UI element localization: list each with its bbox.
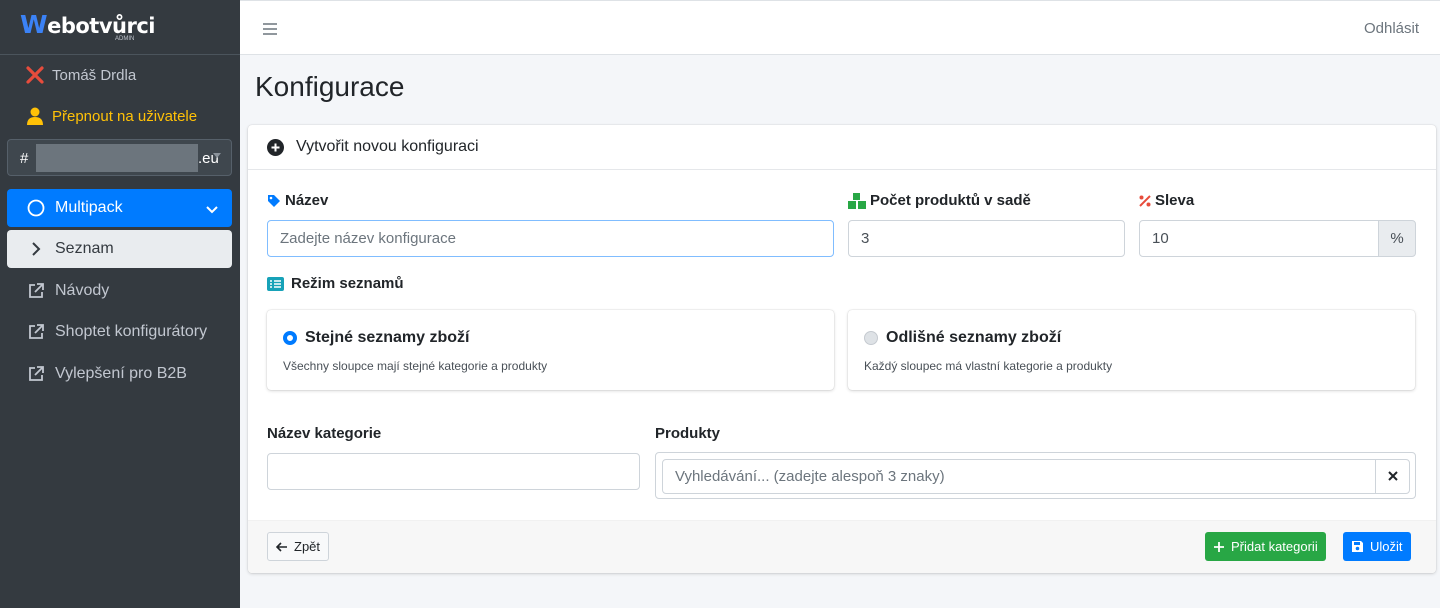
external-link-icon	[24, 282, 48, 300]
list-icon	[267, 276, 284, 291]
page-title: Konfigurace	[255, 71, 405, 102]
plus-icon	[1213, 541, 1225, 553]
tag-icon	[267, 194, 281, 208]
percent-icon	[1139, 194, 1151, 207]
mode-option-title: Stejné seznamy zboží	[305, 329, 470, 346]
switch-user-link[interactable]: Přepnout na uživatele	[24, 104, 197, 128]
logo[interactable]: Webotvůrci	[20, 10, 155, 39]
percent-addon: %	[1378, 220, 1416, 257]
radio-selected[interactable]	[283, 331, 297, 345]
products-label: Produkty	[655, 425, 721, 442]
discount-label: Sleva	[1139, 192, 1194, 209]
mode-option-desc: Každý sloupec má vlastní kategorie a pro…	[864, 359, 1113, 373]
logo-subtitle: ADMIN	[115, 36, 135, 42]
sidebar-item-label: Seznam	[55, 240, 114, 257]
count-input[interactable]: 3	[848, 220, 1125, 257]
count-label: Počet produktů v sadě	[848, 192, 1031, 209]
category-name-label: Název kategorie	[267, 425, 382, 442]
external-link-icon	[24, 323, 48, 341]
sidebar-item-label: Multipack	[55, 199, 123, 216]
menu-icon[interactable]	[263, 22, 277, 40]
switch-user-label: Přepnout na uživatele	[52, 107, 198, 125]
save-button[interactable]: Uložit	[1343, 532, 1411, 561]
mode-option-title: Odlišné seznamy zboží	[886, 329, 1062, 346]
account-prefix: #	[20, 150, 29, 167]
external-link-icon	[24, 365, 48, 383]
sidebar-item-label: Návody	[55, 282, 110, 299]
sidebar-item-navody[interactable]: Návody	[7, 272, 232, 310]
products-search-input[interactable]: Vyhledávání... (zadejte alespoň 3 znaky)	[662, 459, 1376, 494]
user-icon	[24, 107, 46, 125]
arrow-left-icon	[276, 541, 288, 552]
circle-icon	[24, 199, 48, 217]
card-footer: Zpět Přidat kategorii Uložit	[248, 520, 1436, 573]
sidebar: Webotvůrci ADMIN Tomáš Drdla Přepnout na…	[0, 0, 240, 608]
chevron-down-icon	[206, 201, 218, 219]
radio-unselected[interactable]	[864, 331, 878, 345]
discount-input[interactable]: 10	[1139, 220, 1379, 257]
chevron-down-icon	[213, 153, 221, 158]
user-name[interactable]: Tomáš Drdla	[24, 63, 136, 87]
topbar: Odhlásit	[240, 0, 1440, 55]
back-button[interactable]: Zpět	[267, 532, 330, 561]
logout-link[interactable]: Odhlásit	[1364, 20, 1419, 37]
tools-icon	[24, 66, 46, 84]
add-category-button[interactable]: Přidat kategorii	[1205, 532, 1326, 561]
user-name-label: Tomáš Drdla	[52, 66, 137, 84]
plus-circle-icon	[267, 138, 284, 156]
account-select[interactable]: # .eu	[7, 139, 232, 176]
sidebar-item-label: Vylepšení pro B2B	[55, 365, 187, 382]
mode-option-desc: Všechny sloupce mají stejné kategorie a …	[283, 359, 548, 373]
mode-option-different[interactable]: Odlišné seznamy zboží Každý sloupec má v…	[848, 310, 1415, 390]
redacted-domain	[36, 144, 198, 172]
list-mode-label: Režim seznamů	[267, 275, 404, 292]
brand[interactable]: Webotvůrci ADMIN	[0, 0, 240, 55]
card-header: Vytvořit novou konfiguraci	[248, 125, 1436, 170]
name-label: Název	[267, 192, 328, 209]
cubes-icon	[848, 192, 866, 209]
mode-option-same[interactable]: Stejné seznamy zboží Všechny sloupce maj…	[267, 310, 834, 390]
save-icon	[1351, 540, 1364, 553]
products-select: Vyhledávání... (zadejte alespoň 3 znaky)	[655, 452, 1416, 499]
clear-button[interactable]	[1375, 459, 1410, 494]
sidebar-item-seznam[interactable]: Seznam	[7, 230, 232, 268]
name-input[interactable]: Zadejte název konfigurace	[267, 220, 834, 257]
card-header-title: Vytvořit novou konfiguraci	[296, 138, 479, 155]
sidebar-item-shoptet[interactable]: Shoptet konfigurátory	[7, 313, 232, 351]
config-form-card: Vytvořit novou konfiguraci Název Zadejte…	[248, 125, 1436, 573]
category-name-input[interactable]	[267, 453, 640, 490]
sidebar-item-multipack[interactable]: Multipack	[7, 189, 232, 227]
sidebar-item-b2b[interactable]: Vylepšení pro B2B	[7, 355, 232, 393]
sidebar-item-label: Shoptet konfigurátory	[55, 323, 208, 340]
chevron-right-icon	[24, 242, 48, 256]
close-icon	[1387, 468, 1398, 486]
